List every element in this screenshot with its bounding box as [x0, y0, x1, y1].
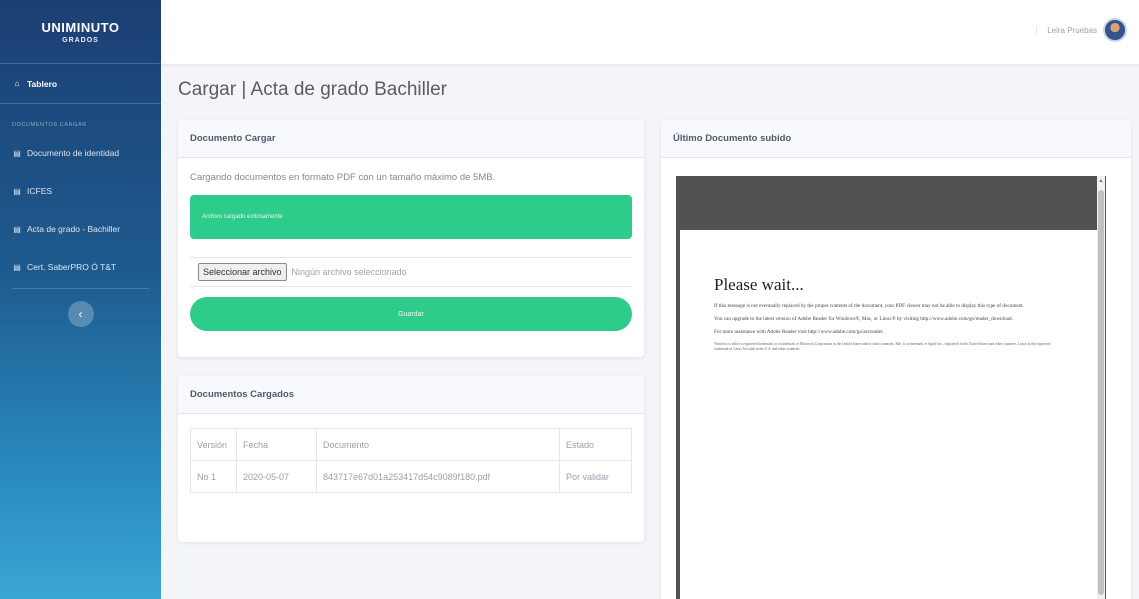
cell-fecha: 2020-05-07: [236, 460, 317, 493]
sidebar-item-label: Cert. SaberPRO Ó T&T: [27, 262, 117, 272]
upload-card-body: Cargando documentos en formato PDF con u…: [178, 158, 644, 345]
home-icon: ⌂: [14, 79, 20, 88]
cell-estado: Por validar: [559, 460, 632, 493]
cell-version: No 1: [190, 460, 237, 493]
sidebar-item-label: ICFES: [27, 186, 53, 196]
sidebar: UNIMINUTO GRADOS ⌂ Tablero Documentos ca…: [0, 0, 161, 599]
sidebar-item-label: Acta de grado - Bachiller: [27, 224, 121, 234]
viewer-scrollbar[interactable]: ▲: [1097, 176, 1105, 599]
save-button[interactable]: Guardar: [190, 297, 632, 331]
brand-logo[interactable]: UNIMINUTO GRADOS: [0, 0, 161, 64]
file-icon: ▤: [13, 262, 21, 272]
column-header-estado: Estado: [559, 428, 632, 461]
table-header-row: Versión Fecha Documento Estado: [190, 428, 632, 461]
pdf-viewer[interactable]: Please wait... If this message is not ev…: [676, 176, 1106, 599]
sidebar-toggle-button[interactable]: ‹: [67, 301, 94, 327]
sidebar-item-identity[interactable]: ▤ Documento de identidad: [0, 134, 161, 172]
brand-line2: GRADOS: [62, 36, 99, 44]
documents-card-header: Documentos Cargados: [178, 376, 644, 414]
sidebar-item-label: Tablero: [27, 78, 58, 89]
brand-line1: UNIMINUTO: [41, 19, 120, 35]
chevron-left-icon: ‹: [78, 307, 83, 321]
sidebar-item-dashboard[interactable]: ⌂ Tablero: [0, 64, 161, 104]
pdf-page: Please wait... If this message is not ev…: [680, 230, 1098, 599]
column-header-documento: Documento: [316, 428, 560, 461]
file-icon: ▤: [13, 148, 21, 158]
file-input[interactable]: Seleccionar archivo Ningún archivo selec…: [190, 257, 632, 287]
sidebar-item-acta-bachiller[interactable]: ▤ Acta de grado - Bachiller: [0, 210, 161, 248]
scroll-up-arrow-icon[interactable]: ▲: [1097, 176, 1105, 186]
avatar[interactable]: [1103, 18, 1127, 42]
pdf-paragraph: You can upgrade to the latest version of…: [714, 316, 1013, 322]
success-alert: Archivo cargado exitosamente: [190, 195, 632, 239]
scroll-thumb[interactable]: [1098, 190, 1104, 595]
pdf-fine-print: Windows is either a registered trademark…: [714, 342, 1051, 351]
file-icon: ▤: [13, 224, 21, 234]
sidebar-item-icfes[interactable]: ▤ ICFES: [0, 172, 161, 210]
documents-card-body: Versión Fecha Documento Estado No 1 2020…: [178, 414, 644, 507]
upload-card-header: Documento Cargar: [178, 120, 644, 158]
user-name: Leira Pruebas: [1036, 25, 1097, 35]
sidebar-divider: [12, 288, 149, 289]
sidebar-item-saberpro[interactable]: ▤ Cert. SaberPRO Ó T&T: [0, 248, 161, 286]
topbar: Leira Pruebas: [161, 0, 1139, 64]
user-menu[interactable]: Leira Pruebas: [1036, 18, 1127, 42]
upload-instructions: Cargando documentos en formato PDF con u…: [190, 172, 496, 183]
sidebar-item-label: Documento de identidad: [27, 148, 120, 158]
file-icon: ▤: [13, 186, 21, 196]
documents-table: Versión Fecha Documento Estado No 1 2020…: [190, 428, 632, 493]
cell-documento[interactable]: 843717e67d01a253417d54c9089f180.pdf: [316, 460, 560, 493]
table-row: No 1 2020-05-07 843717e67d01a253417d54c9…: [190, 460, 632, 493]
alert-text: Archivo cargado exitosamente: [202, 214, 283, 220]
upload-card: Documento Cargar Cargando documentos en …: [178, 120, 644, 357]
sidebar-section-heading: Documentos cargar: [12, 122, 87, 128]
documents-card: Documentos Cargados Versión Fecha Docume…: [178, 376, 644, 542]
pdf-paragraph: If this message is not eventually replac…: [714, 303, 1025, 309]
preview-card-header: Último Documento subido: [661, 120, 1131, 158]
select-file-button[interactable]: Seleccionar archivo: [198, 263, 287, 281]
file-status: Ningún archivo seleccionado: [291, 267, 407, 277]
column-header-fecha: Fecha: [236, 428, 317, 461]
save-button-label: Guardar: [398, 310, 424, 318]
preview-card: Último Documento subido Please wait... I…: [661, 120, 1131, 599]
column-header-version: Versión: [190, 428, 237, 461]
pdf-title: Please wait...: [714, 275, 804, 294]
page-title: Cargar | Acta de grado Bachiller: [178, 79, 447, 100]
pdf-paragraph: For more assistance with Adobe Reader vi…: [714, 329, 884, 335]
